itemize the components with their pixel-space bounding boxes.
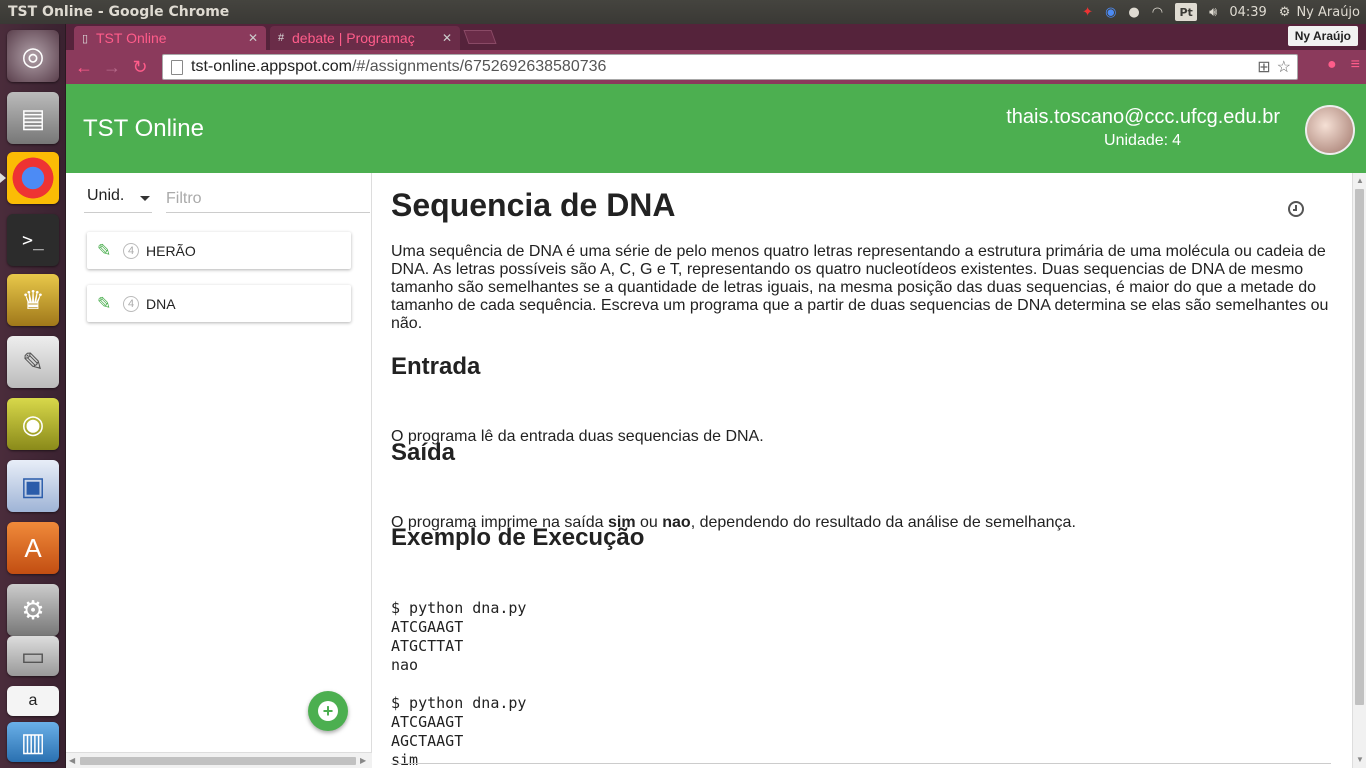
output-suffix: , dependendo do resultado da análise de … [690, 514, 1076, 531]
trash-icon[interactable]: ▥ [7, 722, 59, 762]
assignment-list-panel: Unid. ✎ 4 HERÃO ✎ 4 DNA + ◀ ▶ [66, 173, 372, 768]
clock-icon[interactable] [1288, 201, 1304, 217]
page-icon: ▯ [82, 32, 89, 45]
url-path: /#/assignments/6752692638580736 [351, 58, 607, 75]
scrollbar-thumb[interactable] [80, 757, 356, 765]
unit-label: Unidade: [1104, 132, 1169, 149]
unit-value: 4 [1172, 132, 1181, 149]
vertical-scrollbar[interactable]: ▲ ▼ [1352, 173, 1366, 768]
pencil-icon[interactable]: ✎ [97, 241, 115, 261]
output-heading: Saída [391, 439, 456, 466]
address-bar[interactable]: tst-online.appspot.com/#/assignments/675… [162, 54, 1298, 80]
assignment-title: Sequencia de DNA [391, 187, 676, 223]
close-tab-icon[interactable]: ✕ [442, 31, 452, 45]
window-title: TST Online - Google Chrome [8, 4, 230, 20]
input-heading: Entrada [391, 353, 481, 380]
user-unit: Unidade: 4 [1104, 132, 1181, 150]
bookmark-star-icon[interactable]: ☆ [1277, 57, 1291, 77]
chrome-launcher-icon[interactable] [7, 152, 59, 204]
forward-button[interactable]: → [98, 53, 126, 81]
task-card[interactable]: ✎ 4 HERÃO [87, 232, 351, 269]
software-center-icon[interactable]: A [7, 522, 59, 574]
translate-icon[interactable]: ⊞ [1257, 57, 1270, 77]
chrome-running-indicator [0, 173, 6, 183]
close-tab-icon[interactable]: ✕ [248, 31, 258, 45]
dash-home-icon[interactable]: ◎ [7, 30, 59, 82]
volume-icon[interactable]: 🔊︎ [1203, 0, 1223, 24]
tab-label: TST Online [96, 30, 167, 46]
extension-icon[interactable]: ● [1327, 56, 1337, 74]
unit-select[interactable]: Unid. [84, 185, 152, 213]
plus-icon: + [318, 701, 338, 721]
task-name: HERÃO [146, 242, 196, 259]
amazon-icon[interactable]: a [7, 686, 59, 716]
os-top-panel: TST Online - Google Chrome ✦ ◉ ● ◠ Pt 🔊︎… [0, 0, 1366, 24]
speaker-app-icon[interactable]: ◉ [7, 398, 59, 450]
clock[interactable]: 04:39 [1223, 0, 1272, 24]
task-card[interactable]: ✎ 4 DNA [87, 285, 351, 322]
tab-strip: ▯ TST Online ✕ # debate | Programaç ✕ Ny… [66, 24, 1366, 50]
new-tab-button[interactable] [463, 30, 497, 44]
scroll-up-icon[interactable]: ▲ [1356, 176, 1364, 185]
jewel-app-icon[interactable]: ♛ [7, 274, 59, 326]
example-block-1: $ python dna.py ATCGAAGT ATGCTTAT nao [391, 599, 527, 674]
example-heading: Exemplo de Execução [391, 524, 645, 551]
add-assignment-button[interactable]: + [308, 691, 348, 731]
scroll-left-icon[interactable]: ◀ [69, 756, 75, 765]
filter-row: Unid. [84, 185, 370, 213]
impress-icon[interactable]: ▣ [7, 460, 59, 512]
drive-icon[interactable]: ▭ [7, 636, 59, 676]
assignment-description: Uma sequência de DNA é uma série de pelo… [391, 243, 1329, 332]
app-title[interactable]: TST Online [83, 115, 204, 143]
tab-label: debate | Programaç [292, 30, 415, 46]
example-block-2: $ python dna.py ATCGAAGT AGCTAAGT sim [391, 694, 527, 768]
avatar[interactable] [1305, 105, 1355, 155]
pencil-icon[interactable]: ✎ [97, 294, 115, 314]
chrome-tray-icon[interactable]: ◉ [1099, 0, 1122, 24]
gear-icon[interactable]: ⚙ [1273, 0, 1297, 24]
browser-window: ▯ TST Online ✕ # debate | Programaç ✕ Ny… [66, 24, 1366, 768]
chevron-down-icon [140, 196, 150, 201]
unit-badge: 4 [123, 242, 139, 259]
files-icon[interactable]: ▤ [7, 92, 59, 144]
scrollbar-thumb[interactable] [1355, 189, 1364, 705]
menu-icon[interactable]: ≡ [1351, 56, 1360, 74]
session-user-name[interactable]: Ny Araújo [1296, 0, 1366, 24]
page-icon [171, 59, 183, 75]
scroll-right-icon[interactable]: ▶ [360, 756, 366, 765]
system-tray: ✦ ◉ ● ◠ Pt 🔊︎ 04:39 ⚙ Ny Araújo [1076, 0, 1366, 24]
ubuntu-launcher: ◎ ▤ >_ ♛ ✎ ◉ ▣ A ⚙ ▭ a ▥ [0, 24, 66, 768]
assignment-content: Sequencia de DNA Uma sequência de DNA é … [373, 173, 1352, 768]
user-email: thais.toscano@ccc.ufcg.edu.br [1006, 106, 1280, 128]
wifi-icon[interactable]: ◠ [1146, 0, 1169, 24]
scroll-down-icon[interactable]: ▼ [1356, 755, 1364, 764]
unit-badge: 4 [123, 295, 139, 312]
system-settings-icon[interactable]: ⚙ [7, 584, 59, 636]
terminal-icon[interactable]: >_ [7, 214, 59, 266]
notification-icon[interactable]: ✦ [1076, 0, 1099, 24]
url-host: tst-online.appspot.com [191, 58, 352, 75]
reload-button[interactable]: ↻ [126, 53, 154, 81]
divider [391, 763, 1331, 764]
app-header: TST Online thais.toscano@ccc.ufcg.edu.br… [66, 84, 1366, 173]
text-editor-icon[interactable]: ✎ [7, 336, 59, 388]
tab-tst-online[interactable]: ▯ TST Online ✕ [74, 26, 266, 50]
unit-select-value: Unid. [87, 187, 125, 204]
keyboard-layout-indicator[interactable]: Pt [1175, 3, 1198, 21]
browser-toolbar: ← → ↻ tst-online.appspot.com/#/assignmen… [66, 50, 1366, 84]
hash-icon: # [278, 32, 285, 44]
filter-input[interactable] [166, 185, 370, 213]
task-name: DNA [146, 295, 176, 312]
back-button[interactable]: ← [70, 53, 98, 81]
profile-button[interactable]: Ny Araújo [1287, 26, 1358, 46]
chat-icon[interactable]: ● [1122, 0, 1145, 24]
output-nao: nao [662, 514, 691, 531]
tab-debate[interactable]: # debate | Programaç ✕ [270, 26, 460, 50]
horizontal-scrollbar[interactable]: ◀ ▶ [66, 752, 372, 768]
